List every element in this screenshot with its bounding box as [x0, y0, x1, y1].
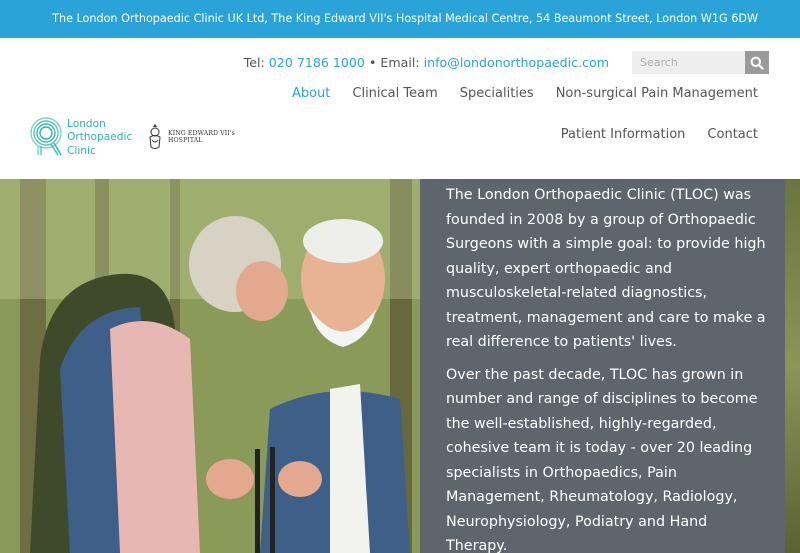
secondary-nav: Patient Information Contact [561, 127, 758, 142]
nav-non-surgical-pain-management[interactable]: Non-surgical Pain Management [556, 86, 758, 101]
email-link[interactable]: info@londonorthopaedic.com [424, 55, 609, 70]
search-input[interactable] [632, 51, 745, 74]
king-edward-text: KING EDWARD VII's HOSPITAL [168, 130, 235, 144]
primary-nav: About Clinical Team Specialities Non-sur… [292, 86, 758, 101]
clinic-logo-text: London Orthopaedic Clinic [67, 118, 133, 157]
about-panel: The London Orthopaedic Clinic (TLOC) was… [420, 179, 785, 553]
email-label: Email: [380, 55, 420, 70]
clinic-logo-mark-icon [30, 117, 62, 156]
nav-contact[interactable]: Contact [707, 127, 758, 142]
address-bar: The London Orthopaedic Clinic UK Ltd, Th… [0, 0, 800, 38]
nav-specialities[interactable]: Specialities [460, 86, 534, 101]
search-icon [750, 56, 764, 70]
king-edward-logo[interactable]: KING EDWARD VII's HOSPITAL [146, 123, 238, 151]
about-paragraph-2: Over the past decade, TLOC has grown in … [446, 366, 758, 553]
tel-link[interactable]: 020 7186 1000 [269, 55, 365, 70]
contact-separator: • [368, 55, 377, 70]
nav-patient-information[interactable]: Patient Information [561, 127, 686, 142]
hero-photo-edge [785, 179, 800, 553]
search-button[interactable] [745, 51, 769, 74]
address-text: The London Orthopaedic Clinic UK Ltd, Th… [52, 12, 758, 25]
about-paragraph-1: The London Orthopaedic Clinic (TLOC) was… [446, 187, 766, 350]
contact-line: Tel: 020 7186 1000 • Email: info@londono… [244, 55, 609, 70]
hero-section: The London Orthopaedic Clinic (TLOC) was… [0, 179, 800, 553]
couple-hiking-photo [0, 179, 420, 553]
hero-photo [0, 179, 420, 553]
clinic-logo[interactable]: London Orthopaedic Clinic [30, 116, 140, 158]
tel-label: Tel: [243, 55, 265, 70]
crest-icon [149, 124, 161, 149]
nav-clinical-team[interactable]: Clinical Team [352, 86, 437, 101]
nav-about[interactable]: About [292, 86, 330, 101]
